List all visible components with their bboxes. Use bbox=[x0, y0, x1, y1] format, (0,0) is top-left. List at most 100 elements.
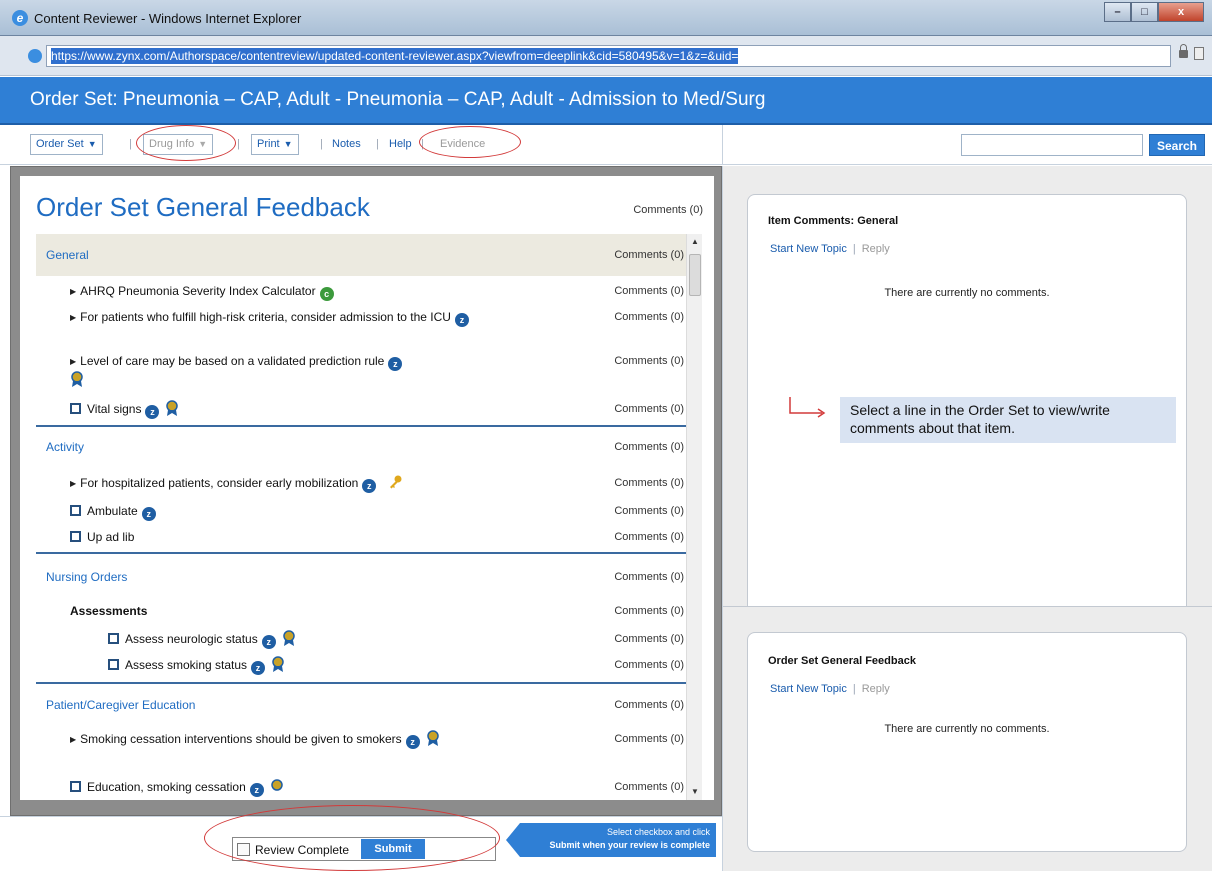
list-item[interactable]: Ambulate z Comments (0) bbox=[36, 502, 686, 522]
section-label: Activity bbox=[46, 440, 85, 454]
print-label: Print bbox=[257, 138, 280, 150]
reply-link[interactable]: Reply bbox=[862, 683, 890, 695]
list-item[interactable]: Up ad lib Comments (0) bbox=[36, 528, 686, 548]
comments-link[interactable]: Comments (0) bbox=[614, 656, 684, 674]
section-divider bbox=[36, 552, 686, 554]
item-checkbox[interactable] bbox=[108, 659, 119, 670]
calculator-badge-icon[interactable]: c bbox=[319, 287, 334, 301]
comments-link[interactable]: Comments (0) bbox=[614, 568, 684, 586]
comments-link[interactable]: Comments (0) bbox=[614, 400, 684, 418]
start-new-topic-link[interactable]: Start New Topic bbox=[770, 683, 847, 695]
hint-line-2: Submit when your review is complete bbox=[549, 840, 710, 850]
comments-link[interactable]: Comments (0) bbox=[614, 308, 684, 326]
zynx-evidence-icon[interactable]: z bbox=[362, 479, 377, 493]
section-row[interactable]: Patient/Caregiver Education Comments (0) bbox=[36, 696, 686, 716]
comments-link[interactable]: Comments (0) bbox=[614, 630, 684, 648]
search-toolbar: Search bbox=[722, 125, 1212, 165]
item-label: For patients who fulfill high-risk crite… bbox=[80, 310, 451, 324]
section-divider bbox=[36, 425, 686, 427]
zynx-evidence-icon[interactable]: z bbox=[454, 313, 469, 327]
zynx-evidence-icon[interactable]: z bbox=[251, 661, 266, 675]
link-separator: | bbox=[852, 243, 856, 255]
quality-ribbon-icon[interactable] bbox=[70, 371, 84, 387]
page-icon[interactable] bbox=[1194, 47, 1204, 60]
pointer-arrow-icon bbox=[789, 397, 826, 418]
list-item[interactable]: Vital signs z Comments (0) bbox=[36, 400, 686, 420]
comments-link[interactable]: Comments (0) bbox=[614, 602, 684, 620]
zynx-evidence-icon[interactable]: z bbox=[261, 635, 276, 649]
item-checkbox[interactable] bbox=[70, 531, 81, 542]
quality-ribbon-icon[interactable] bbox=[165, 400, 179, 416]
list-item[interactable]: Assess neurologic status z Comments (0) bbox=[36, 630, 686, 650]
list-item[interactable]: ▶ Level of care may be based on a validat… bbox=[36, 352, 686, 390]
minimize-button[interactable]: – bbox=[1104, 2, 1131, 22]
search-input[interactable] bbox=[961, 134, 1143, 156]
comments-link[interactable]: Comments (0) bbox=[614, 778, 684, 796]
zynx-evidence-icon[interactable]: z bbox=[388, 357, 403, 371]
item-checkbox[interactable] bbox=[70, 781, 81, 792]
comments-link[interactable]: Comments (0) bbox=[633, 204, 703, 216]
reply-link[interactable]: Reply bbox=[862, 243, 890, 255]
list-item[interactable]: Assess smoking status z Comments (0) bbox=[36, 656, 686, 676]
bullet-arrow-icon: ▶ bbox=[70, 479, 77, 488]
print-menu-button[interactable]: Print ▼ bbox=[251, 134, 299, 155]
item-label: Education, smoking cessation bbox=[87, 780, 246, 794]
order-set-menu-button[interactable]: Order Set ▼ bbox=[30, 134, 103, 155]
toolbar-separator: | bbox=[320, 138, 323, 150]
comments-link[interactable]: Comments (0) bbox=[614, 528, 684, 546]
zynx-evidence-icon[interactable]: z bbox=[249, 783, 264, 797]
comments-link[interactable]: Comments (0) bbox=[614, 696, 684, 714]
quality-ribbon-icon[interactable] bbox=[270, 778, 284, 794]
vertical-scrollbar[interactable]: ▲ ▼ bbox=[686, 234, 702, 800]
comments-link[interactable]: Comments (0) bbox=[614, 352, 684, 370]
scroll-down-icon[interactable]: ▼ bbox=[687, 784, 703, 800]
zynx-evidence-icon[interactable]: z bbox=[405, 735, 420, 749]
list-item[interactable]: ▶ Smoking cessation interventions should … bbox=[36, 730, 686, 768]
key-icon[interactable] bbox=[388, 475, 402, 489]
section-divider bbox=[36, 682, 686, 684]
search-button[interactable]: Search bbox=[1149, 134, 1205, 156]
window-title-bar: e Content Reviewer - Windows Internet Ex… bbox=[0, 0, 1212, 36]
item-comments-box: Item Comments: General Start New Topic | R… bbox=[747, 194, 1187, 606]
list-item[interactable]: ▶ AHRQ Pneumonia Severity Index Calculato… bbox=[36, 282, 686, 302]
url-field[interactable]: https://www.zynx.com/Authorspace/content… bbox=[46, 45, 1171, 67]
list-item[interactable]: ▶ For patients who fulfill high-risk crit… bbox=[36, 308, 686, 346]
scroll-up-icon[interactable]: ▲ bbox=[687, 234, 703, 250]
list-item[interactable]: Assessments Comments (0) bbox=[36, 602, 686, 622]
section-row[interactable]: Nursing Orders Comments (0) bbox=[36, 568, 686, 588]
comments-link[interactable]: Comments (0) bbox=[614, 282, 684, 300]
submit-hint-callout: Select checkbox and click Submit when yo… bbox=[506, 823, 716, 857]
section-row[interactable]: General Comments (0) bbox=[36, 234, 686, 276]
comments-link[interactable]: Comments (0) bbox=[614, 246, 684, 264]
annotation-oval bbox=[136, 125, 236, 161]
list-item[interactable]: ▶ For hospitalized patients, consider ear… bbox=[36, 474, 686, 494]
help-link[interactable]: Help bbox=[389, 138, 412, 150]
item-checkbox[interactable] bbox=[70, 403, 81, 414]
order-set-list: General Comments (0) ▶ AHRQ Pneumonia Sev… bbox=[36, 234, 702, 800]
quality-ribbon-icon[interactable] bbox=[426, 730, 440, 746]
list-item[interactable]: Education, smoking cessation z Comments (… bbox=[36, 778, 686, 798]
comments-link[interactable]: Comments (0) bbox=[614, 474, 684, 492]
hint-line-1: Select checkbox and click bbox=[606, 827, 710, 837]
zynx-evidence-icon[interactable]: z bbox=[141, 507, 156, 521]
item-label: Vital signs bbox=[87, 402, 142, 416]
start-new-topic-link[interactable]: Start New Topic bbox=[770, 243, 847, 255]
comments-link[interactable]: Comments (0) bbox=[614, 438, 684, 456]
section-label: Nursing Orders bbox=[46, 570, 128, 584]
page-title: Order Set: Pneumonia – CAP, Adult - Pneu… bbox=[30, 89, 766, 110]
zynx-evidence-icon[interactable]: z bbox=[145, 405, 160, 419]
notes-link[interactable]: Notes bbox=[332, 138, 361, 150]
comments-link[interactable]: Comments (0) bbox=[614, 730, 684, 748]
quality-ribbon-icon[interactable] bbox=[271, 656, 285, 672]
section-label: General bbox=[46, 248, 89, 262]
quality-ribbon-icon[interactable] bbox=[282, 630, 296, 646]
item-checkbox[interactable] bbox=[108, 633, 119, 644]
url-text: https://www.zynx.com/Authorspace/content… bbox=[51, 48, 739, 64]
comments-link[interactable]: Comments (0) bbox=[614, 502, 684, 520]
item-checkbox[interactable] bbox=[70, 505, 81, 516]
section-row[interactable]: Activity Comments (0) bbox=[36, 438, 686, 458]
scroll-thumb[interactable] bbox=[689, 254, 701, 296]
item-label: Assess smoking status bbox=[125, 658, 248, 672]
close-button[interactable]: x bbox=[1158, 2, 1204, 22]
maximize-button[interactable]: □ bbox=[1131, 2, 1158, 22]
